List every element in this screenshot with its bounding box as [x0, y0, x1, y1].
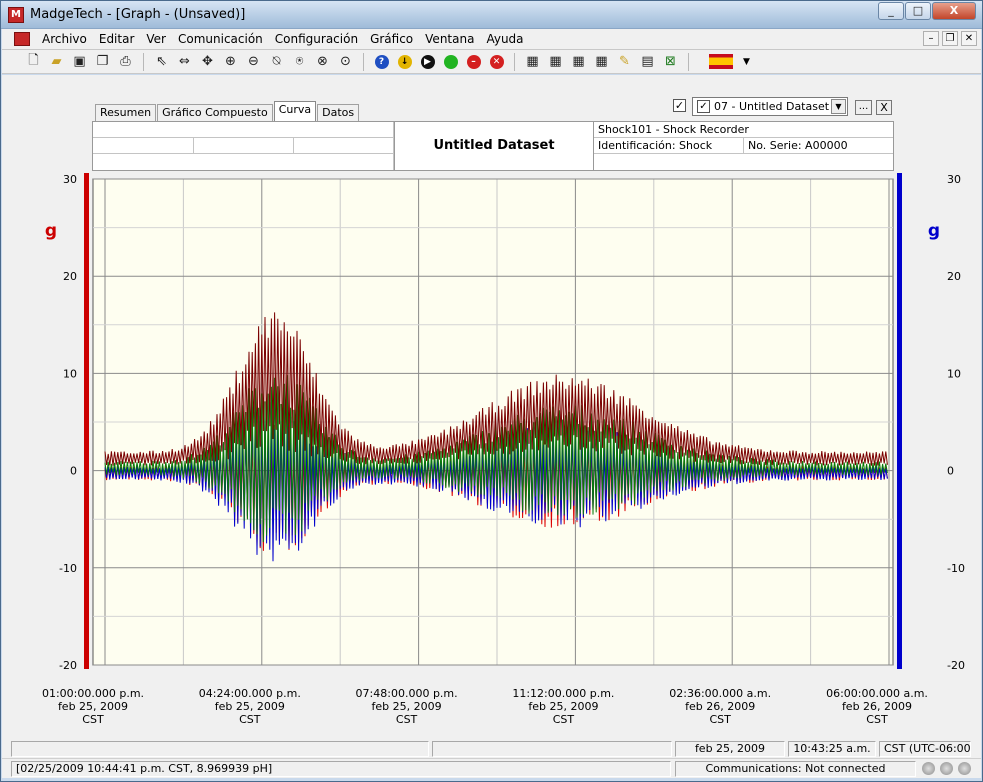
y-tick-label-right: -20 [947, 659, 965, 672]
x-tick-label-time: 02:36:00.000 a.m. [669, 687, 771, 700]
x-tick-label-date: feb 25, 2009 [215, 700, 285, 713]
y-tick-label-left: -10 [59, 562, 77, 575]
status-led-icon [922, 762, 935, 775]
y-tick-label-left: -20 [59, 659, 77, 672]
status-panel-empty [11, 741, 429, 757]
x-tick-label-tz: CST [710, 713, 732, 726]
shock-chart[interactable]: 30 30 20 20 10 10 0 0 -10 -10 -20 -20 g g 01:00:00.000… [1, 1, 983, 741]
y-tick-label-right: 30 [947, 173, 961, 186]
status-bar-lower: [02/25/2009 10:44:41 p.m. CST, 8.969939 … [2, 758, 981, 778]
x-tick-label-date: feb 26, 2009 [842, 700, 912, 713]
y-tick-label-right: 0 [947, 465, 954, 478]
y-axis-label-right: g [928, 221, 940, 241]
x-tick-label-tz: CST [866, 713, 888, 726]
x-tick-label-date: feb 25, 2009 [58, 700, 128, 713]
status-time: 10:43:25 a.m. [788, 741, 876, 757]
status-timezone: CST (UTC-06:00) [879, 741, 971, 757]
x-tick-label-time: 11:12:00.000 p.m. [512, 687, 614, 700]
x-tick-label-time: 06:00:00.000 a.m. [826, 687, 928, 700]
x-tick-label-date: feb 26, 2009 [685, 700, 755, 713]
x-tick-label-time: 01:00:00.000 p.m. [42, 687, 144, 700]
y-axis-label-left: g [45, 221, 57, 241]
x-tick-label-time: 04:24:00.000 p.m. [199, 687, 301, 700]
status-led-icon [958, 762, 971, 775]
x-tick-label-date: feb 25, 2009 [372, 700, 442, 713]
x-tick-label-date: feb 25, 2009 [528, 700, 598, 713]
y-tick-label-left: 20 [63, 270, 77, 283]
x-tick-label-tz: CST [396, 713, 418, 726]
x-tick-label-time: 07:48:00.000 p.m. [356, 687, 458, 700]
cursor-readout: [02/25/2009 10:44:41 p.m. CST, 8.969939 … [11, 761, 671, 777]
status-bar-upper: feb 25, 2009 10:43:25 a.m. CST (UTC-06:0… [2, 739, 981, 758]
status-date: feb 25, 2009 [675, 741, 785, 757]
status-led-icon [940, 762, 953, 775]
x-tick-label-tz: CST [553, 713, 575, 726]
y-tick-label-left: 0 [70, 465, 77, 478]
y-tick-label-left: 10 [63, 367, 77, 380]
communications-status: Communications: Not connected [675, 761, 916, 777]
left-axis-bar [84, 173, 89, 669]
x-tick-label-tz: CST [239, 713, 261, 726]
status-panel-empty [432, 741, 672, 757]
y-tick-label-right: -10 [947, 562, 965, 575]
y-tick-label-left: 30 [63, 173, 77, 186]
right-axis-bar [897, 173, 902, 669]
y-tick-label-right: 20 [947, 270, 961, 283]
x-tick-label-tz: CST [82, 713, 104, 726]
y-tick-label-right: 10 [947, 367, 961, 380]
app-window: M MadgeTech - [Graph - (Unsaved)] _ □ X … [0, 0, 983, 782]
